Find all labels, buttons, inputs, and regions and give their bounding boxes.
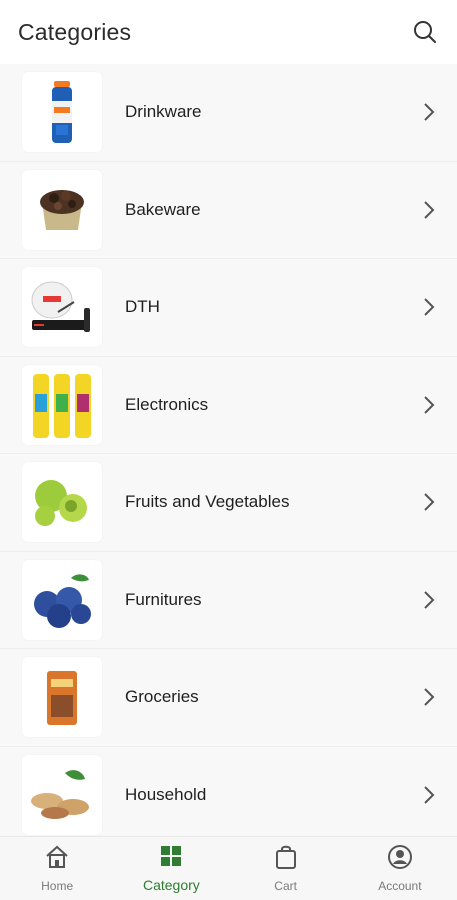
grocery-pack-image	[22, 657, 102, 738]
shopping-bag-icon	[274, 844, 298, 875]
category-label: Drinkware	[125, 102, 202, 122]
chevron-right-icon	[421, 297, 437, 317]
home-icon	[44, 844, 70, 875]
category-row-furnitures[interactable]: Furnitures	[0, 551, 457, 649]
chevron-right-icon	[421, 200, 437, 220]
category-label: DTH	[125, 297, 160, 317]
blueberries-image	[22, 559, 102, 640]
category-label: Bakeware	[125, 199, 201, 219]
nav-home[interactable]: Home	[12, 844, 102, 893]
drink-bottle-image	[22, 72, 102, 153]
category-row-fruits-and-vegetables[interactable]: Fruits and Vegetables	[0, 454, 457, 552]
category-row-drinkware[interactable]: Drinkware	[0, 64, 457, 162]
category-row-electronics[interactable]: Electronics	[0, 356, 457, 454]
nav-cart[interactable]: Cart	[241, 844, 331, 893]
nav-label-home: Home	[41, 879, 74, 893]
category-label: Furnitures	[125, 589, 202, 609]
category-label: Groceries	[125, 687, 199, 707]
bottom-navigation: Home Category Cart Account	[0, 836, 457, 900]
category-label: Electronics	[125, 394, 209, 414]
category-row-dth[interactable]: DTH	[0, 259, 457, 357]
satellite-dish-image	[22, 267, 102, 348]
account-icon	[387, 844, 413, 875]
peanuts-image	[22, 754, 102, 835]
chevron-right-icon	[421, 785, 437, 805]
gooseberries-image	[22, 462, 102, 543]
chevron-right-icon	[421, 687, 437, 707]
spray-cans-image	[22, 364, 102, 445]
nav-label-account: Account	[378, 879, 422, 893]
category-label: Fruits and Vegetables	[125, 492, 290, 512]
chevron-right-icon	[421, 395, 437, 415]
chocolate-pastry-image	[22, 169, 102, 250]
chevron-right-icon	[421, 492, 437, 512]
category-row-bakeware[interactable]: Bakeware	[0, 161, 457, 259]
category-row-household[interactable]: Household	[0, 746, 457, 844]
nav-label-cart: Cart	[274, 879, 297, 893]
grid-icon	[159, 844, 183, 873]
chevron-right-icon	[421, 590, 437, 610]
nav-label-category: Category	[142, 877, 200, 893]
chevron-right-icon	[421, 102, 437, 122]
app-header: Categories	[0, 0, 457, 64]
nav-category[interactable]: Category	[126, 844, 216, 893]
search-icon[interactable]	[411, 18, 439, 46]
category-label: Household	[125, 784, 207, 804]
category-row-groceries[interactable]: Groceries	[0, 649, 457, 747]
nav-account[interactable]: Account	[355, 844, 445, 893]
page-title: Categories	[18, 18, 132, 45]
category-list: Drinkware Bakeware DTH Electronics Fruit…	[0, 64, 457, 844]
